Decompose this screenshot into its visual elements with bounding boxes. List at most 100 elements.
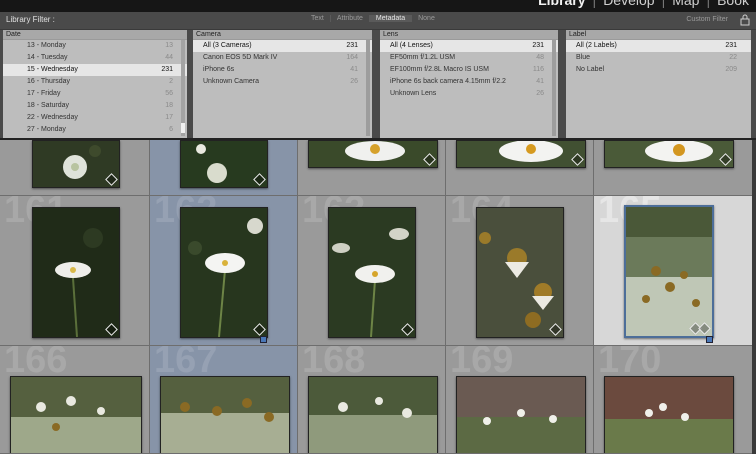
date-row-count: 17 xyxy=(165,114,173,121)
camera-row-label: Unknown Camera xyxy=(203,78,260,85)
grid-cell[interactable]: 167 xyxy=(150,346,298,454)
label-row[interactable]: No Label 209 xyxy=(566,64,751,76)
module-picker: Library | Develop | Map | Book xyxy=(531,0,756,8)
camera-row-label: All (3 Cameras) xyxy=(203,42,252,49)
lens-row[interactable]: iPhone 6s back camera 4.15mm f/2.2 41 xyxy=(380,76,558,88)
photo-thumbnail[interactable] xyxy=(180,140,268,188)
tab-attribute[interactable]: Attribute xyxy=(329,15,369,22)
grid-cell[interactable] xyxy=(0,140,150,196)
camera-column-header[interactable]: Camera xyxy=(193,30,372,40)
date-row-selected[interactable]: 15 - Wednesday 231 xyxy=(3,64,187,76)
photo-thumbnail[interactable] xyxy=(32,140,120,188)
date-row[interactable]: 16 - Thursday 2 xyxy=(3,76,187,88)
date-row-count: 6 xyxy=(169,126,173,133)
photo-thumbnail[interactable] xyxy=(456,376,586,453)
grid-cell[interactable]: 165 xyxy=(594,196,756,346)
label-row-selected[interactable]: All (2 Labels) 231 xyxy=(566,40,751,52)
photo-thumbnail[interactable] xyxy=(180,207,268,338)
label-row-count: 22 xyxy=(729,54,737,61)
lens-row-label: EF100mm f/2.8L Macro IS USM xyxy=(390,66,489,73)
lens-row-count: 48 xyxy=(536,54,544,61)
module-book[interactable]: Book xyxy=(710,0,756,8)
camera-column: Camera All (3 Cameras) 231 Canon EOS 5D M… xyxy=(193,30,372,138)
lens-row-selected[interactable]: All (4 Lenses) 231 xyxy=(380,40,558,52)
photo-thumbnail[interactable] xyxy=(160,376,290,453)
lens-scrollbar[interactable] xyxy=(552,40,556,136)
grid-cell[interactable]: 170 xyxy=(594,346,756,454)
camera-row[interactable]: iPhone 6s 41 xyxy=(193,64,372,76)
lens-row-label: Unknown Lens xyxy=(390,90,437,97)
lock-icon[interactable] xyxy=(740,14,750,26)
library-filter-bar: Library Filter : Text Attribute Metadata… xyxy=(0,12,756,30)
grid-cell[interactable]: 169 xyxy=(446,346,594,454)
date-row[interactable]: 13 - Monday 13 xyxy=(3,40,187,52)
date-column-header[interactable]: Date xyxy=(3,30,187,40)
photo-thumbnail[interactable] xyxy=(604,376,734,453)
lens-row-label: iPhone 6s back camera 4.15mm f/2.2 xyxy=(390,78,506,85)
lens-column-header[interactable]: Lens xyxy=(380,30,558,40)
photo-thumbnail[interactable] xyxy=(328,207,416,338)
tab-text[interactable]: Text xyxy=(305,15,330,22)
photo-thumbnail[interactable] xyxy=(10,376,142,453)
lens-row-count: 231 xyxy=(532,42,544,49)
cell-index: 166 xyxy=(4,346,68,381)
grid-cell[interactable]: 161 xyxy=(0,196,150,346)
grid-cell[interactable]: 166 xyxy=(0,346,150,454)
label-column-header[interactable]: Label xyxy=(566,30,751,40)
date-row-label: 15 - Wednesday xyxy=(27,66,78,73)
module-library[interactable]: Library xyxy=(531,0,592,8)
label-row-label: All (2 Labels) xyxy=(576,42,617,49)
camera-row[interactable]: Unknown Camera 26 xyxy=(193,76,372,88)
cell-index: 167 xyxy=(154,346,218,381)
library-filter-title: Library Filter : xyxy=(6,15,55,24)
module-map[interactable]: Map xyxy=(665,0,706,8)
date-scrollbar[interactable] xyxy=(181,40,185,136)
date-row[interactable]: 17 - Friday 56 xyxy=(3,88,187,100)
grid-cell[interactable] xyxy=(446,140,594,196)
thumbnail-grid[interactable]: 161 162 163 164 165 xyxy=(0,140,756,454)
grid-cell[interactable]: 168 xyxy=(298,346,446,454)
lens-row[interactable]: EF100mm f/2.8L Macro IS USM 116 xyxy=(380,64,558,76)
cell-index: 170 xyxy=(598,346,662,381)
date-column: Date 13 - Monday 13 14 - Tuesday 44 15 - W… xyxy=(3,30,187,138)
label-row-label: Blue xyxy=(576,54,591,61)
tab-none[interactable]: None xyxy=(411,15,441,22)
grid-cell[interactable] xyxy=(594,140,756,196)
date-row[interactable]: 27 - Monday 6 xyxy=(3,124,187,136)
grid-cell[interactable]: 163 xyxy=(298,196,446,346)
grid-scrollbar[interactable] xyxy=(752,140,756,454)
lens-row-label: EF50mm f/1.2L USM xyxy=(390,54,456,61)
lens-row[interactable]: EF50mm f/1.2L USM 48 xyxy=(380,52,558,64)
date-row-label: 22 - Wednesday xyxy=(27,114,78,121)
tab-metadata[interactable]: Metadata xyxy=(368,15,412,22)
grid-cell[interactable]: 164 xyxy=(446,196,594,346)
photo-thumbnail-active[interactable] xyxy=(624,205,714,338)
photo-thumbnail[interactable] xyxy=(456,140,586,168)
lens-row[interactable]: Unknown Lens 26 xyxy=(380,88,558,100)
photo-thumbnail[interactable] xyxy=(308,140,438,168)
date-row[interactable]: 14 - Tuesday 44 xyxy=(3,52,187,64)
photo-thumbnail[interactable] xyxy=(308,376,438,453)
camera-scrollbar[interactable] xyxy=(366,40,370,136)
date-scroll-thumb[interactable] xyxy=(181,123,185,133)
date-row[interactable]: 22 - Wednesday 17 xyxy=(3,112,187,124)
date-row-label: 13 - Monday xyxy=(27,42,66,49)
photo-thumbnail[interactable] xyxy=(32,207,120,338)
module-develop[interactable]: Develop xyxy=(596,0,661,8)
photo-thumbnail[interactable] xyxy=(476,207,564,338)
label-row[interactable]: Blue 22 xyxy=(566,52,751,64)
grid-cell[interactable]: 162 xyxy=(150,196,298,346)
photo-thumbnail[interactable] xyxy=(604,140,734,168)
grid-cell[interactable] xyxy=(298,140,446,196)
lens-row-count: 116 xyxy=(532,66,544,73)
camera-row-selected[interactable]: All (3 Cameras) 231 xyxy=(193,40,372,52)
date-row-count: 56 xyxy=(165,90,173,97)
metadata-browser: Date 13 - Monday 13 14 - Tuesday 44 15 - W… xyxy=(0,30,756,140)
grid-cell[interactable] xyxy=(150,140,298,196)
date-row-count: 18 xyxy=(165,102,173,109)
label-row-label: No Label xyxy=(576,66,605,73)
date-row-label: 17 - Friday xyxy=(27,90,61,97)
filter-preset-dropdown[interactable]: Custom Filter xyxy=(686,16,728,23)
camera-row[interactable]: Canon EOS 5D Mark IV 164 xyxy=(193,52,372,64)
date-row[interactable]: 18 - Saturday 18 xyxy=(3,100,187,112)
